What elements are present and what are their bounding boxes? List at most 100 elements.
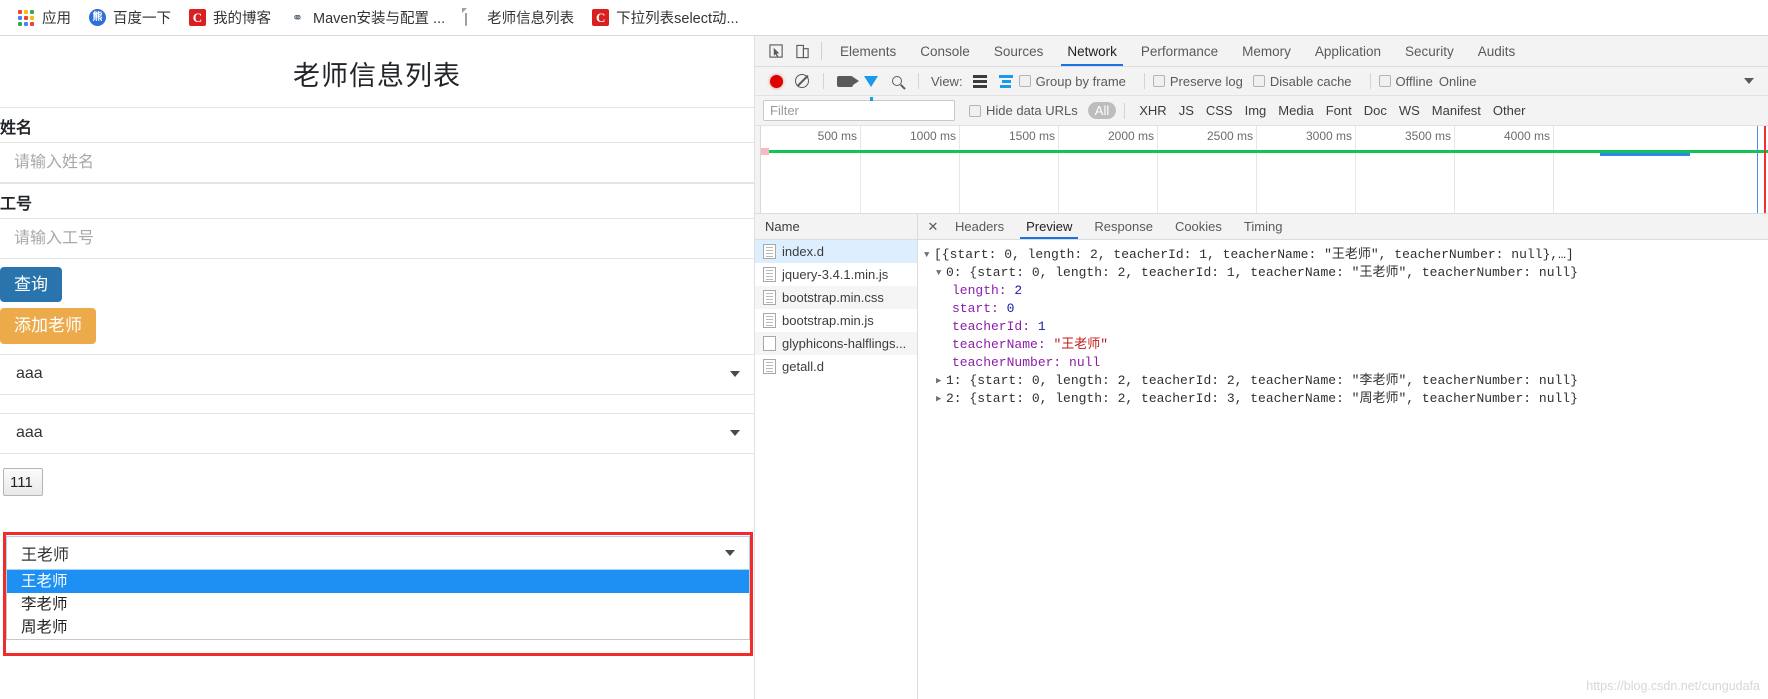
tab-performance[interactable]: Performance xyxy=(1129,36,1230,66)
search-icon[interactable] xyxy=(884,76,910,86)
online-throttle-value[interactable]: Online xyxy=(1439,74,1477,89)
waterfall-view-icon[interactable] xyxy=(993,74,1019,88)
document-icon xyxy=(463,8,480,26)
teacher-select-value: 王老师 xyxy=(21,547,70,564)
json-key: teacherName: xyxy=(952,337,1046,352)
tab-preview[interactable]: Preview xyxy=(1015,214,1083,239)
name-input[interactable] xyxy=(0,142,754,183)
list-item[interactable]: 李老师 xyxy=(7,593,749,616)
chevron-down-icon[interactable] xyxy=(1744,78,1754,84)
tab-sources[interactable]: Sources xyxy=(982,36,1056,66)
filter-type-ws[interactable]: WS xyxy=(1399,103,1420,118)
filter-type-doc[interactable]: Doc xyxy=(1364,103,1387,118)
bookmark-select-article[interactable]: C 下拉列表select动... xyxy=(584,4,748,31)
preserve-log-checkbox[interactable] xyxy=(1152,75,1165,87)
query-button[interactable]: 查询 xyxy=(0,267,62,303)
request-detail-tabbar: ✕ Headers Preview Response Cookies Timin… xyxy=(918,214,1768,240)
filter-type-manifest[interactable]: Manifest xyxy=(1432,103,1481,118)
list-view-icon[interactable] xyxy=(967,74,993,88)
json-value: null xyxy=(1069,355,1101,370)
bookmark-apps[interactable]: 应用 xyxy=(10,4,81,31)
timeline-area[interactable]: 500 ms 1000 ms 1500 ms 2000 ms 2500 ms 3… xyxy=(761,126,1768,213)
inspect-element-icon[interactable] xyxy=(763,36,789,66)
filter-type-img[interactable]: Img xyxy=(1245,103,1267,118)
tab-memory[interactable]: Memory xyxy=(1230,36,1303,66)
tab-security[interactable]: Security xyxy=(1393,36,1466,66)
tab-audits[interactable]: Audits xyxy=(1466,36,1528,66)
capture-screenshots-icon[interactable] xyxy=(832,75,859,87)
add-teacher-button[interactable]: 添加老师 xyxy=(0,308,96,344)
expand-triangle-icon[interactable]: ▼ xyxy=(924,246,934,264)
json-item-1-row[interactable]: ▶ 1: {start: 0, length: 2, teacherId: 2, … xyxy=(924,372,1768,390)
apps-grid-icon xyxy=(18,9,35,26)
list-item[interactable]: 王老师 xyxy=(7,570,749,593)
json-prop-teachername: teacherName: "王老师" xyxy=(924,336,1768,354)
clear-button[interactable] xyxy=(789,74,815,88)
network-timeline-overview[interactable]: 500 ms 1000 ms 1500 ms 2000 ms 2500 ms 3… xyxy=(755,126,1768,214)
json-prop-teachernumber: teacherNumber: null xyxy=(924,354,1768,372)
bookmark-my-blog[interactable]: C 我的博客 xyxy=(181,4,281,31)
group-by-frame-checkbox[interactable] xyxy=(1018,75,1031,87)
bookmark-maven[interactable]: ⚭ Maven安装与配置 ... xyxy=(281,4,455,31)
bookmark-label: Maven安装与配置 ... xyxy=(313,11,446,27)
collapse-triangle-icon[interactable]: ▶ xyxy=(936,372,946,390)
select-aaa-2[interactable]: aaa xyxy=(0,412,754,454)
chevron-down-icon xyxy=(725,550,735,556)
collapse-triangle-icon[interactable]: ▶ xyxy=(936,390,946,408)
filter-type-xhr[interactable]: XHR xyxy=(1139,103,1166,118)
json-item-0-row[interactable]: ▼ 0: {start: 0, length: 2, teacherId: 1, … xyxy=(924,264,1768,282)
bookmark-teacher-list[interactable]: 老师信息列表 xyxy=(455,4,584,31)
filter-type-font[interactable]: Font xyxy=(1326,103,1352,118)
teacher-option-list[interactable]: 王老师 李老师 周老师 xyxy=(6,570,750,640)
table-row[interactable]: jquery-3.4.1.min.js xyxy=(755,263,917,286)
bookmark-baidu[interactable]: 熊 百度一下 xyxy=(81,4,181,31)
json-key: length: xyxy=(952,283,1007,298)
request-name: bootstrap.min.css xyxy=(782,290,884,305)
tab-response[interactable]: Response xyxy=(1083,214,1164,239)
json-key: teacherId: xyxy=(952,319,1031,334)
preserve-log-label: Preserve log xyxy=(1169,73,1243,89)
filter-type-media[interactable]: Media xyxy=(1278,103,1313,118)
table-row[interactable]: glyphicons-halflings... xyxy=(755,332,917,355)
hide-data-urls-checkbox[interactable] xyxy=(969,104,981,117)
table-row[interactable]: bootstrap.min.css xyxy=(755,286,917,309)
json-item-2-row[interactable]: ▶ 2: {start: 0, length: 2, teacherId: 3, … xyxy=(924,390,1768,408)
offline-checkbox[interactable] xyxy=(1378,75,1391,87)
tab-console[interactable]: Console xyxy=(908,36,982,66)
select-aaa-1[interactable]: aaa xyxy=(0,353,754,395)
list-item[interactable]: 周老师 xyxy=(7,616,749,639)
device-toolbar-icon[interactable] xyxy=(789,36,815,66)
filter-type-all[interactable]: All xyxy=(1087,102,1117,119)
number-input[interactable] xyxy=(0,218,754,259)
json-value: 2 xyxy=(1014,283,1023,298)
filter-type-other[interactable]: Other xyxy=(1493,103,1526,118)
filter-type-js[interactable]: JS xyxy=(1179,103,1194,118)
table-row[interactable]: getall.d xyxy=(755,355,917,378)
expand-triangle-icon[interactable]: ▼ xyxy=(936,264,946,282)
tab-timing[interactable]: Timing xyxy=(1233,214,1294,239)
group-by-frame-label: Group by frame xyxy=(1035,73,1126,89)
teacher-select[interactable]: 王老师 xyxy=(6,536,750,570)
tab-network[interactable]: Network xyxy=(1055,36,1129,66)
table-row[interactable]: index.d xyxy=(755,240,917,263)
tab-headers[interactable]: Headers xyxy=(944,214,1015,239)
bookmark-label: 百度一下 xyxy=(113,11,171,27)
tab-elements[interactable]: Elements xyxy=(828,36,908,66)
json-preview-tree[interactable]: ▼ [{start: 0, length: 2, teacherId: 1, te… xyxy=(918,240,1768,699)
tab-application[interactable]: Application xyxy=(1303,36,1393,66)
tab-cookies[interactable]: Cookies xyxy=(1164,214,1233,239)
devtools-panel: Elements Console Sources Network Perform… xyxy=(755,36,1768,699)
disable-cache-checkbox[interactable] xyxy=(1252,75,1265,87)
close-icon[interactable]: ✕ xyxy=(922,214,944,239)
table-row[interactable]: bootstrap.min.js xyxy=(755,309,917,332)
filter-input[interactable] xyxy=(763,100,955,121)
tiny-select-111[interactable]: 111 xyxy=(3,467,43,496)
json-root-row[interactable]: ▼ [{start: 0, length: 2, teacherId: 1, te… xyxy=(924,246,1768,264)
filter-type-css[interactable]: CSS xyxy=(1206,103,1233,118)
disable-cache-label: Disable cache xyxy=(1269,73,1352,89)
select-value: aaa xyxy=(16,365,43,382)
filter-icon[interactable] xyxy=(858,75,884,101)
select-value: aaa xyxy=(16,424,43,441)
bookmark-label: 应用 xyxy=(42,11,71,27)
record-button[interactable] xyxy=(763,74,789,88)
